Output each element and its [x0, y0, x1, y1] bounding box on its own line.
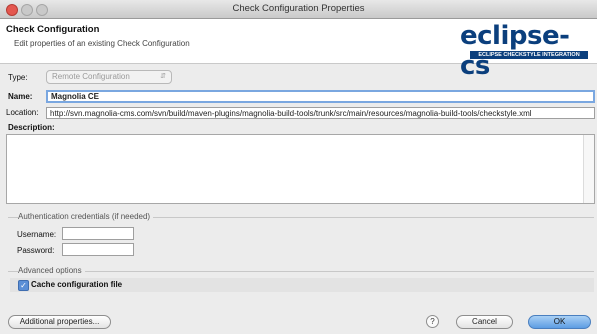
location-field[interactable]: http://svn.magnolia-cms.com/svn/build/ma…	[46, 107, 595, 119]
name-label: Name:	[8, 92, 33, 101]
logo-subtitle: ECLIPSE CHECKSTYLE INTEGRATION	[470, 51, 588, 59]
description-scrollbar[interactable]	[583, 135, 594, 203]
additional-properties-button[interactable]: Additional properties...	[8, 315, 111, 329]
dialog-header: Check Configuration Edit properties of a…	[0, 19, 597, 81]
updown-arrows-icon: ⇵	[160, 73, 166, 80]
header-description: Edit properties of an existing Check Con…	[14, 39, 190, 48]
advanced-section-divider	[8, 271, 594, 272]
checkmark-icon: ✓	[20, 281, 27, 290]
type-label: Type:	[8, 73, 28, 82]
description-label: Description:	[8, 123, 55, 132]
header-title: Check Configuration	[6, 24, 100, 35]
advanced-section-label: Advanced options	[18, 266, 85, 275]
password-field[interactable]	[62, 243, 134, 256]
title-bar: Check Configuration Properties	[0, 0, 597, 19]
location-label: Location:	[6, 108, 39, 117]
cache-config-checkbox[interactable]: ✓	[18, 280, 29, 291]
auth-section-label: Authentication credentials (if needed)	[18, 212, 154, 221]
username-label: Username:	[17, 230, 57, 239]
username-field[interactable]	[62, 227, 134, 240]
cache-config-label[interactable]: Cache configuration file	[31, 280, 122, 289]
type-select-value: Remote Configuration	[52, 72, 130, 81]
description-textarea[interactable]	[6, 134, 595, 204]
name-field[interactable]: Magnolia CE	[46, 90, 595, 103]
eclipse-cs-logo: eclipse-cs ECLIPSE CHECKSTYLE INTEGRATIO…	[460, 21, 595, 81]
cancel-button[interactable]: Cancel	[456, 315, 513, 329]
type-select[interactable]: Remote Configuration ⇵	[46, 70, 172, 84]
dialog-window: Check Configuration Properties Check Con…	[0, 0, 597, 334]
password-label: Password:	[17, 246, 55, 255]
ok-button[interactable]: OK	[528, 315, 591, 329]
help-icon[interactable]: ?	[426, 315, 439, 328]
window-title: Check Configuration Properties	[232, 3, 365, 14]
advanced-options-row: ✓ Cache configuration file	[10, 278, 594, 292]
